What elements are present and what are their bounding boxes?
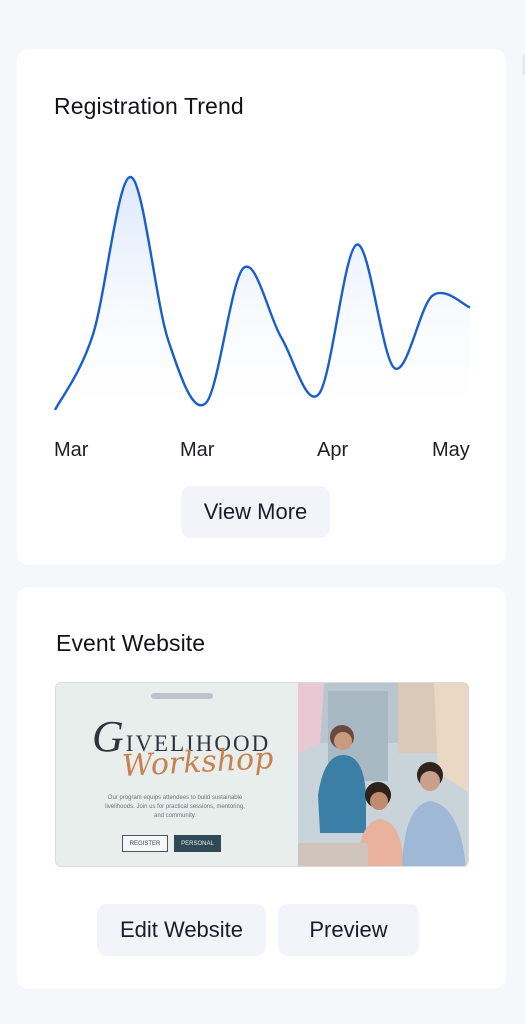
event-website-title: Event Website (56, 630, 206, 656)
x-tick-label: Mar (54, 439, 89, 461)
thumbnail-photo (298, 683, 468, 866)
thumbnail-register-button: REGISTER (122, 835, 168, 852)
thumbnail-description: Our program equips attendees to build su… (105, 795, 245, 819)
event-website-card: Event Website GIVELIHOOD Workshop Our pr… (17, 587, 506, 989)
edit-website-button[interactable]: Edit Website (97, 904, 266, 956)
brush-stroke-decoration (151, 693, 213, 699)
thumbnail-personal-button: PERSONAL (174, 835, 221, 852)
website-preview-thumbnail[interactable]: GIVELIHOOD Workshop Our program equips a… (55, 682, 469, 867)
x-tick-label: Mar (180, 439, 215, 461)
x-tick-label: May (432, 439, 470, 461)
x-tick-label: Apr (317, 439, 349, 461)
preview-button[interactable]: Preview (278, 904, 419, 956)
thumbnail-hero-panel: GIVELIHOOD Workshop Our program equips a… (56, 683, 298, 866)
scroll-edge (521, 55, 525, 75)
view-more-button[interactable]: View More (181, 486, 330, 538)
thumbnail-script-title: Workshop (121, 741, 275, 784)
thumbnail-title-initial: G (92, 712, 124, 761)
registration-trend-chart (53, 175, 471, 411)
registration-trend-card: Registration Trend Mar Mar Apr May View … (17, 49, 506, 565)
